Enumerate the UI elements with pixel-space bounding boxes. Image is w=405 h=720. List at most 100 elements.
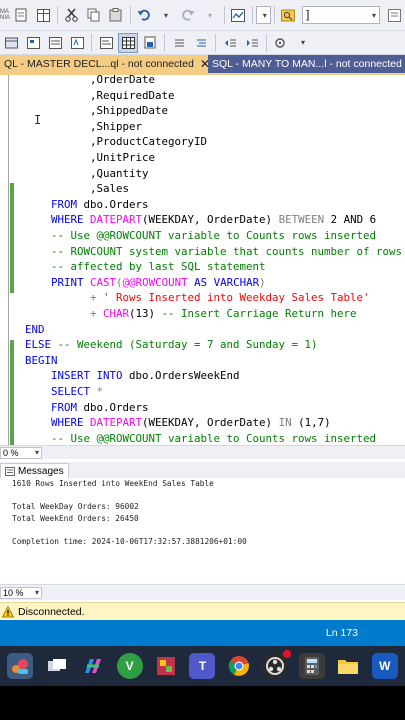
connection-status: Disconnected. <box>18 605 85 618</box>
display-plan-icon[interactable] <box>23 33 43 53</box>
code-comment: -- affected by last SQL statement <box>51 260 266 274</box>
copilot-icon[interactable] <box>80 653 106 679</box>
table-icon[interactable] <box>33 5 53 25</box>
redo-dropdown-icon[interactable]: ▾ <box>200 5 220 25</box>
message-line: Total WeekDay Orders: 96002 <box>12 502 139 511</box>
teams-icon[interactable]: T <box>189 653 216 679</box>
results-zoom-dropdown[interactable]: 10 % ▾ <box>0 586 42 599</box>
tab-master-declare[interactable]: QL - MASTER DECL...ql - not connected ✕ <box>0 55 210 73</box>
code-line: ,Shipper <box>90 119 143 133</box>
toolbar-separator <box>266 33 267 52</box>
code-comment: -- ROWCOUNT system variable that counts … <box>51 244 403 258</box>
message-line: 1610 Rows Inserted into WeekEnd Sales Ta… <box>12 479 214 488</box>
specify-values-icon[interactable] <box>271 33 291 53</box>
toolbar-separator <box>164 33 165 52</box>
task-view-icon[interactable] <box>44 653 70 679</box>
line-position: Ln 173 <box>325 627 358 639</box>
code-line: FROM dbo.Orders <box>51 197 149 211</box>
increase-indent-icon[interactable] <box>242 33 262 53</box>
messages-icon <box>5 466 15 476</box>
change-tracking-bar <box>10 183 14 293</box>
code-line: WHERE DATEPART(WEEKDAY, OrderDate) BETWE… <box>51 213 377 227</box>
code-line: ,Sales <box>90 182 130 196</box>
copy-icon[interactable] <box>84 5 104 25</box>
text-cursor-icon: I <box>34 113 42 127</box>
change-tracking-bar <box>10 340 14 445</box>
solution-config-dropdown[interactable]: ▾ <box>255 6 271 24</box>
obs-icon[interactable] <box>262 650 292 679</box>
redo-icon[interactable] <box>178 5 198 25</box>
code-line: BEGIN <box>25 353 58 367</box>
chevron-down-icon: ▾ <box>34 448 39 457</box>
uncomment-lines-icon[interactable] <box>191 33 211 53</box>
sql-editor-toolbar: ▾ <box>0 31 405 55</box>
decrease-indent-icon[interactable] <box>220 33 240 53</box>
results-to-grid-icon[interactable] <box>118 32 138 53</box>
document-icon[interactable] <box>11 5 31 25</box>
recording-dot <box>283 650 292 658</box>
query-status-bar: Disconnected. <box>0 602 405 620</box>
word-icon[interactable]: W <box>371 653 398 679</box>
code-line: ,RequiredDate <box>90 88 175 102</box>
properties-icon[interactable] <box>384 5 404 25</box>
code-line: INSERT INTO dbo.OrdersWeekEnd <box>51 369 240 383</box>
code-line: + ' Rows Inserted into Weekday Sales Tab… <box>90 291 370 305</box>
toolbar-separator <box>91 33 92 52</box>
messages-pane[interactable]: 1610 Rows Inserted into WeekEnd Sales Ta… <box>0 478 405 584</box>
ide-status-bar: Ln 173 <box>0 620 405 646</box>
query-options-icon[interactable] <box>45 33 65 53</box>
editor-zoom-dropdown[interactable]: 0 % ▾ <box>0 446 42 459</box>
results-to-file-icon[interactable] <box>140 33 160 53</box>
find-combo-value: ] <box>306 9 310 21</box>
comment-lines-icon[interactable] <box>169 33 189 53</box>
tab-many-to-many-label: SQL - MANY TO MAN...l - not connected <box>212 58 402 70</box>
tab-many-to-many[interactable]: SQL - MANY TO MAN...l - not connected <box>208 55 405 73</box>
widgets-icon[interactable] <box>7 653 34 679</box>
find-combo-caret-icon: ▾ <box>371 10 376 20</box>
document-tabs: QL - MASTER DECL...ql - not connected ✕ … <box>0 55 405 73</box>
windows-taskbar: V T W <box>0 646 405 686</box>
code-comment: -- Use @@ROWCOUNT variable to Counts row… <box>51 431 377 445</box>
find-icon[interactable] <box>278 5 298 25</box>
toolbar-options-dropdown-icon[interactable]: ▾ <box>293 33 313 53</box>
code-line: ,OrderDate <box>90 75 156 86</box>
tab-messages[interactable]: Messages <box>0 463 69 478</box>
code-line: PRINT CAST(@@ROWCOUNT AS VARCHAR) <box>51 275 266 289</box>
activity-monitor-icon[interactable] <box>228 5 248 25</box>
message-line <box>12 524 405 536</box>
connect-icon[interactable] <box>1 33 21 53</box>
message-line: Total WeekEnd Orders: 26450 <box>12 513 139 523</box>
veeam-icon[interactable]: V <box>116 653 143 679</box>
code-line: WHERE DATEPART(WEEKDAY, OrderDate) IN (1… <box>51 416 331 430</box>
code-line: SELECT * <box>51 385 104 398</box>
code-line: ,UnitPrice <box>90 151 156 164</box>
undo-dropdown-icon[interactable]: ▾ <box>156 5 176 25</box>
main-toolbar: MA NIA ▾ ▾ ▾ ] ▾ <box>0 0 405 31</box>
results-tab-row: Messages <box>0 462 405 478</box>
results-zoom-bar: 10 % ▾ <box>0 584 405 600</box>
results-zoom-value: 10 % <box>3 587 24 598</box>
message-line <box>12 490 405 502</box>
chrome-icon[interactable] <box>226 653 252 679</box>
code-comment: -- Use @@ROWCOUNT variable to Counts row… <box>51 229 377 242</box>
tab-master-declare-label: QL - MASTER DECL...ql - not connected <box>4 58 194 70</box>
ssms-window: { "toolbar": { "cut_icon": "scissors", "… <box>0 0 405 720</box>
undo-icon[interactable] <box>134 5 154 25</box>
code-line: + CHAR(13) -- Insert Carriage Return her… <box>90 307 357 320</box>
code-line: FROM dbo.Orders <box>51 400 149 414</box>
code-line: ,Quantity <box>90 166 149 180</box>
cut-icon[interactable] <box>62 5 82 25</box>
code-line: END <box>25 322 45 336</box>
code-line: ELSE -- Weekend (Saturday = 7 and Sunday… <box>25 338 318 352</box>
intellisense-icon[interactable] <box>67 33 87 53</box>
calculator-icon[interactable] <box>298 653 325 679</box>
office-icon[interactable] <box>153 653 179 679</box>
query-editor[interactable]: I ,OrderDate ,RequiredDate ,ShippedDate … <box>0 75 405 445</box>
paste-icon[interactable] <box>106 5 126 25</box>
code-line: ,ShippedDate <box>90 104 169 118</box>
results-to-text-icon[interactable] <box>96 33 116 53</box>
file-explorer-icon[interactable] <box>335 653 361 679</box>
find-combo[interactable]: ] ▾ <box>302 6 380 24</box>
editor-zoom-value: 0 % <box>3 447 19 458</box>
toolbar-cutoff-label: MA NIA <box>0 9 11 21</box>
